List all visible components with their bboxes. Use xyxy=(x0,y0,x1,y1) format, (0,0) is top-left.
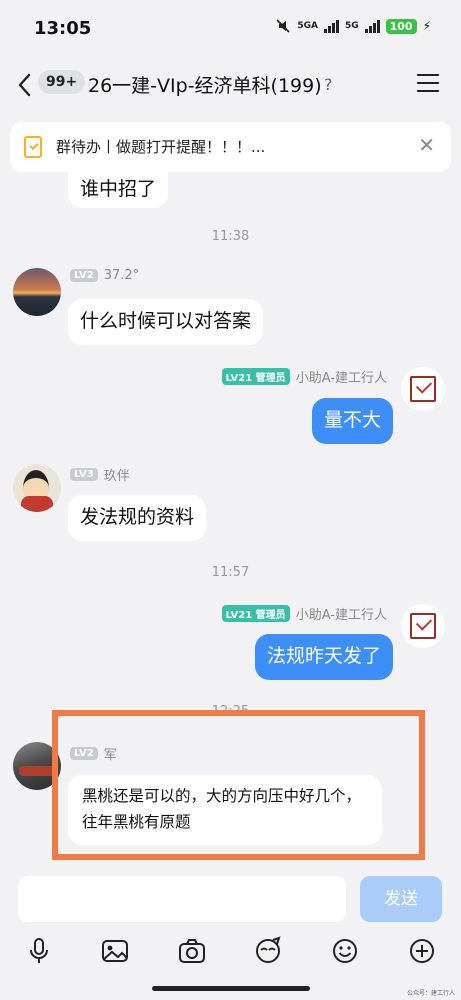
sender-meta: LV2 37.2° xyxy=(70,268,139,283)
message-bubble[interactable]: 什么时候可以对答案 xyxy=(68,299,264,345)
admin-level-badge: LV21 管理员 xyxy=(221,368,290,385)
camera-icon[interactable] xyxy=(177,936,207,966)
mute-icon xyxy=(276,19,290,33)
message-bubble[interactable]: 量不大 xyxy=(311,398,393,444)
chat-header: 99+ 26一建-VIp-经济单科(199) ? xyxy=(0,58,461,112)
back-icon[interactable] xyxy=(14,70,36,100)
home-indicator[interactable] xyxy=(152,986,310,991)
avatar[interactable] xyxy=(13,268,61,316)
group-title[interactable]: 26一建-VIp-经济单科(199) xyxy=(88,71,322,98)
time-separator: 11:57 xyxy=(211,565,250,580)
sticker-icon[interactable] xyxy=(253,936,283,966)
image-icon[interactable] xyxy=(100,936,130,966)
time-separator: 11:38 xyxy=(211,229,250,244)
ear-mode-icon[interactable]: ? xyxy=(324,75,333,94)
network-label-1: 5GA xyxy=(297,21,318,31)
sender-meta: LV21 管理员 小助A-建工行人 xyxy=(221,367,387,386)
level-badge: LV3 xyxy=(70,468,98,481)
plus-icon[interactable] xyxy=(407,936,437,966)
message-bubble[interactable]: 谁中招了 xyxy=(68,172,169,208)
status-time: 13:05 xyxy=(34,18,92,39)
composer-toolbar xyxy=(0,930,461,974)
send-button[interactable]: 发送 xyxy=(360,876,442,922)
sender-name[interactable]: 37.2° xyxy=(104,268,139,283)
status-bar: 13:05 5GA 5G 100 ⚡ xyxy=(0,0,461,58)
status-icons: 5GA 5G 100 ⚡ xyxy=(275,18,431,34)
level-badge: LV2 xyxy=(70,269,98,282)
composer: 发送 xyxy=(0,868,461,938)
charging-icon: ⚡ xyxy=(422,19,431,33)
unread-count-badge[interactable]: 99+ xyxy=(38,70,86,94)
signal-icon-1 xyxy=(323,19,339,33)
avatar[interactable] xyxy=(401,604,445,648)
avatar[interactable] xyxy=(13,464,61,512)
group-todo-banner[interactable]: 群待办丨做题打开提醒！！！... ✕ xyxy=(10,122,451,172)
sender-meta: LV3 玖伴 xyxy=(70,465,130,484)
close-icon[interactable]: ✕ xyxy=(418,133,435,157)
battery-level: 100 xyxy=(385,18,417,34)
message-bubble[interactable]: 发法规的资料 xyxy=(68,495,207,541)
network-label-2: 5G xyxy=(344,21,359,31)
menu-icon[interactable] xyxy=(417,74,439,94)
todo-clipboard-icon xyxy=(24,136,42,158)
todo-banner-text: 群待办丨做题打开提醒！！！... xyxy=(56,138,266,156)
sender-name[interactable]: 玖伴 xyxy=(104,465,130,484)
watermark: 公众号：建工行人 xyxy=(406,990,455,997)
checkbox-logo-icon xyxy=(410,376,436,402)
message-input[interactable] xyxy=(18,876,346,922)
sender-name[interactable]: 小助A-建工行人 xyxy=(296,604,387,623)
message-bubble[interactable]: 法规昨天发了 xyxy=(254,634,393,680)
checkbox-logo-icon xyxy=(410,613,436,639)
emoji-icon[interactable] xyxy=(330,936,360,966)
sender-name[interactable]: 小助A-建工行人 xyxy=(296,367,387,386)
signal-icon-2 xyxy=(364,19,380,33)
sender-meta: LV21 管理员 小助A-建工行人 xyxy=(221,604,387,623)
avatar[interactable] xyxy=(401,367,445,411)
microphone-icon[interactable] xyxy=(24,936,54,966)
admin-level-badge: LV21 管理员 xyxy=(221,605,290,622)
highlight-frame xyxy=(52,710,425,860)
